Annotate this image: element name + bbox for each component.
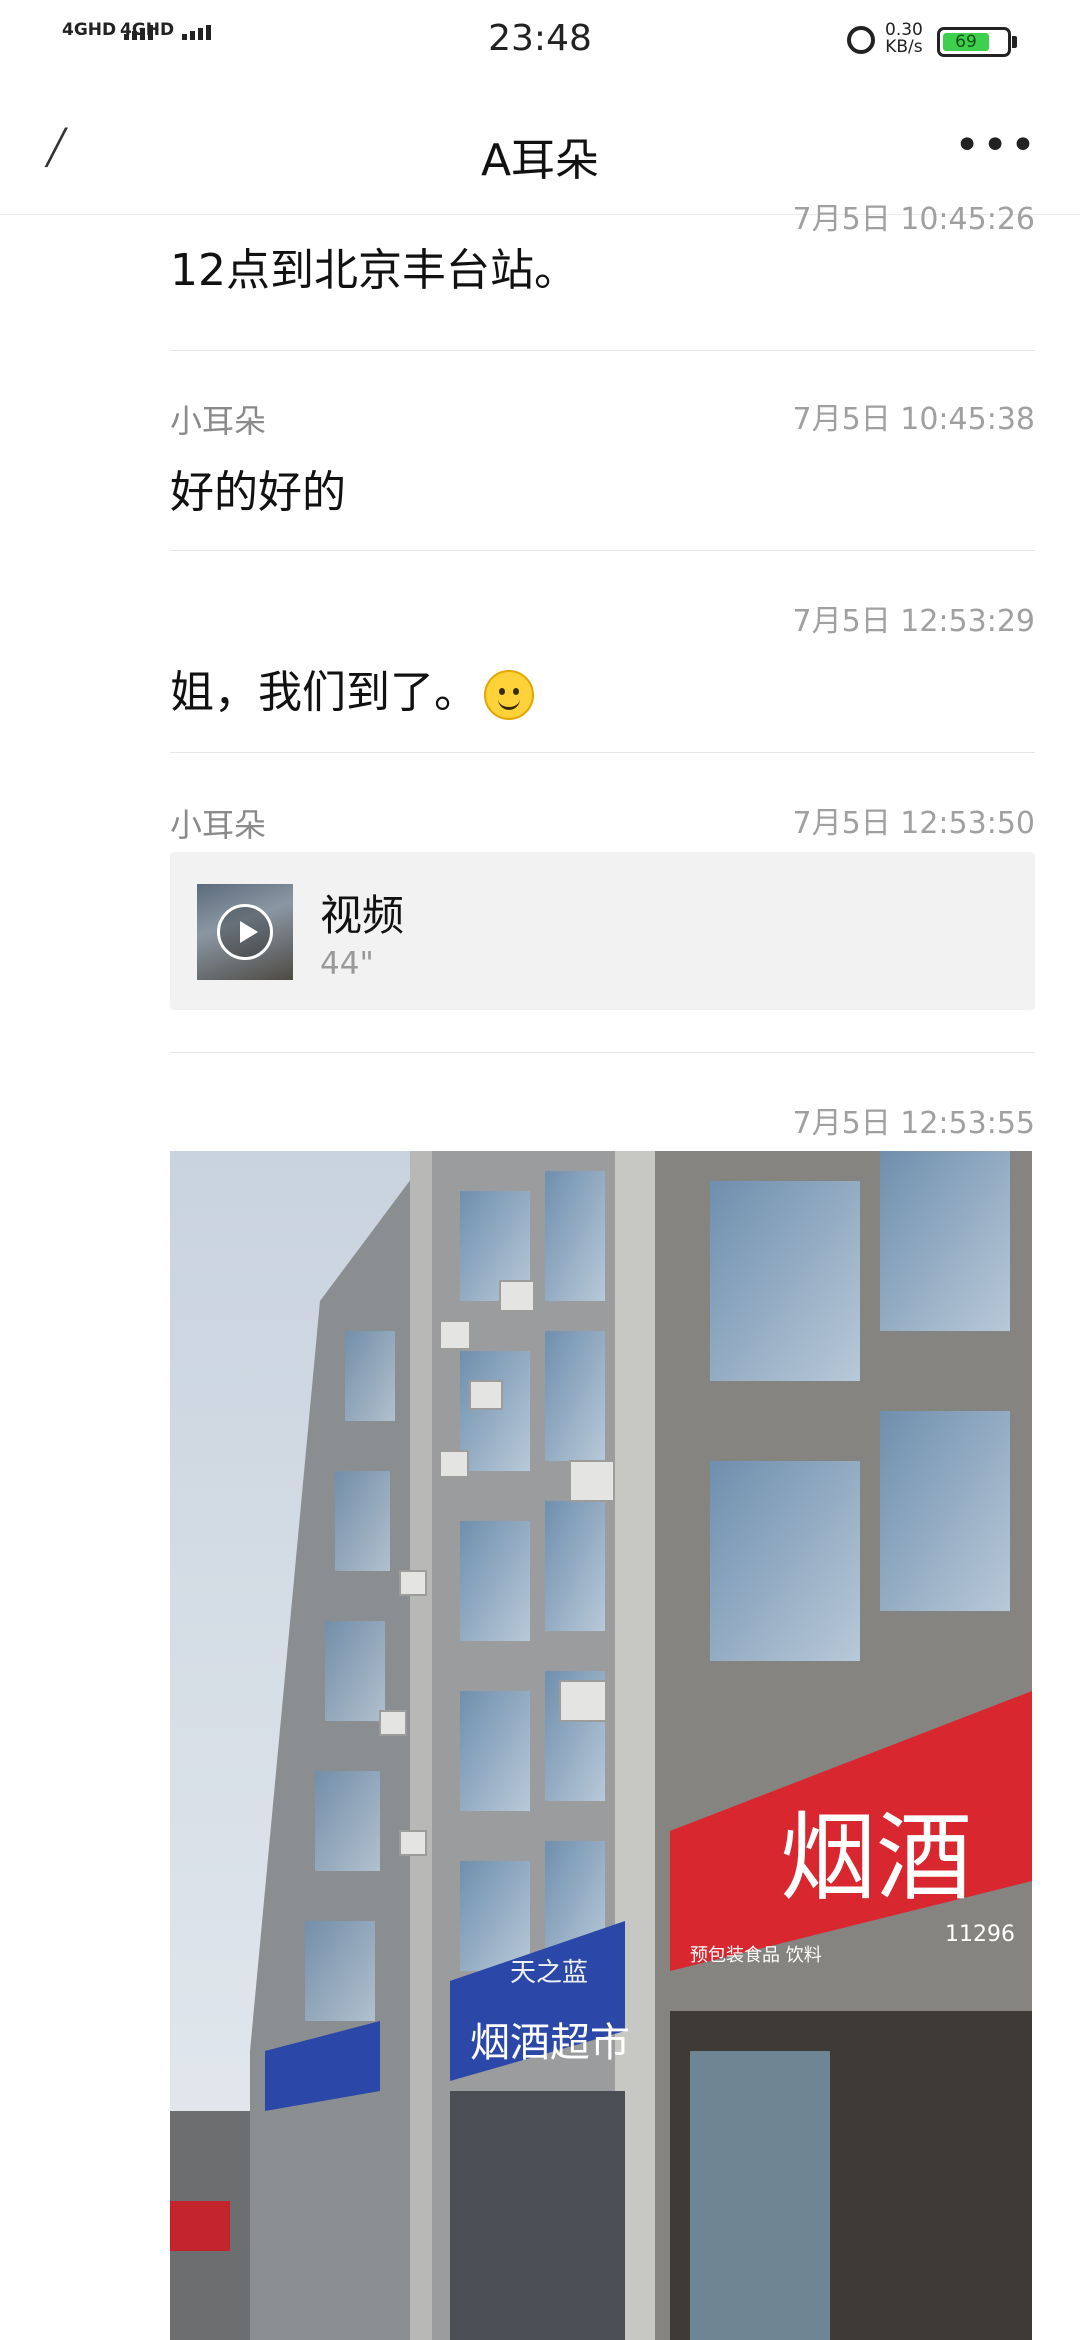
- smile-emoji-icon: [484, 670, 534, 720]
- battery-icon: 69: [937, 27, 1011, 57]
- message-item: 7月5日 12:53:55: [170, 1098, 1035, 1158]
- divider: [170, 752, 1035, 753]
- message-time: 7月5日 10:45:38: [792, 402, 1035, 437]
- net-speed: 0.30 KB/s: [885, 20, 923, 57]
- message-item: 7月5日 12:53:29 姐，我们到了。: [170, 596, 1035, 720]
- photo-message[interactable]: 烟酒 11296 预包装食品 饮料 烟酒超市 天之蓝: [170, 1151, 1032, 2340]
- message-item: 小耳朵 7月5日 10:45:38 好的好的: [170, 394, 1035, 518]
- message-time: 7月5日 12:53:29: [792, 604, 1035, 639]
- video-card[interactable]: 视频 44": [170, 852, 1035, 1010]
- battery-tip: [1012, 36, 1017, 48]
- message-text[interactable]: 姐，我们到了。: [170, 656, 534, 720]
- sign-text-goods: 预包装食品 饮料: [690, 1945, 822, 1966]
- sign-text-supermarket: 烟酒超市: [470, 2020, 630, 2066]
- message-text[interactable]: 好的好的: [170, 456, 346, 520]
- message-time: 7月5日 12:53:55: [792, 1106, 1035, 1141]
- sign-text-phone: 11296: [945, 1922, 1015, 1947]
- message-item: 7月5日 10:45:26 12点到北京丰台站。: [170, 194, 1035, 314]
- play-icon: [217, 904, 273, 960]
- message-item: 小耳朵 7月5日 12:53:50 视频 44": [170, 798, 1035, 1048]
- divider: [170, 550, 1035, 551]
- battery-level: 69: [955, 32, 977, 52]
- more-icon[interactable]: •••: [954, 120, 1038, 171]
- video-title: 视频: [320, 891, 405, 940]
- message-sender: 小耳朵: [170, 402, 267, 440]
- divider: [170, 1052, 1035, 1053]
- message-sender: 小耳朵: [170, 806, 267, 844]
- sign-text-tobacco-alcohol: 烟酒: [780, 1802, 972, 1914]
- alarm-icon: [847, 26, 875, 54]
- video-duration: 44": [320, 946, 374, 982]
- message-time: 7月5日 12:53:50: [792, 806, 1035, 841]
- page-title: A耳朵: [480, 135, 600, 186]
- status-bar: 4GHD 4GHD 23:48 0.30 KB/s 69: [0, 0, 1080, 84]
- sign-text-brand: 天之蓝: [510, 1958, 588, 1988]
- message-text[interactable]: 12点到北京丰台站。: [170, 234, 578, 298]
- message-time: 7月5日 10:45:26: [792, 202, 1035, 237]
- video-thumbnail: [197, 884, 293, 980]
- divider: [170, 350, 1035, 351]
- building-photo: 烟酒 11296 预包装食品 饮料 烟酒超市 天之蓝: [170, 1151, 1032, 2340]
- message-text-content: 姐，我们到了。: [170, 667, 478, 718]
